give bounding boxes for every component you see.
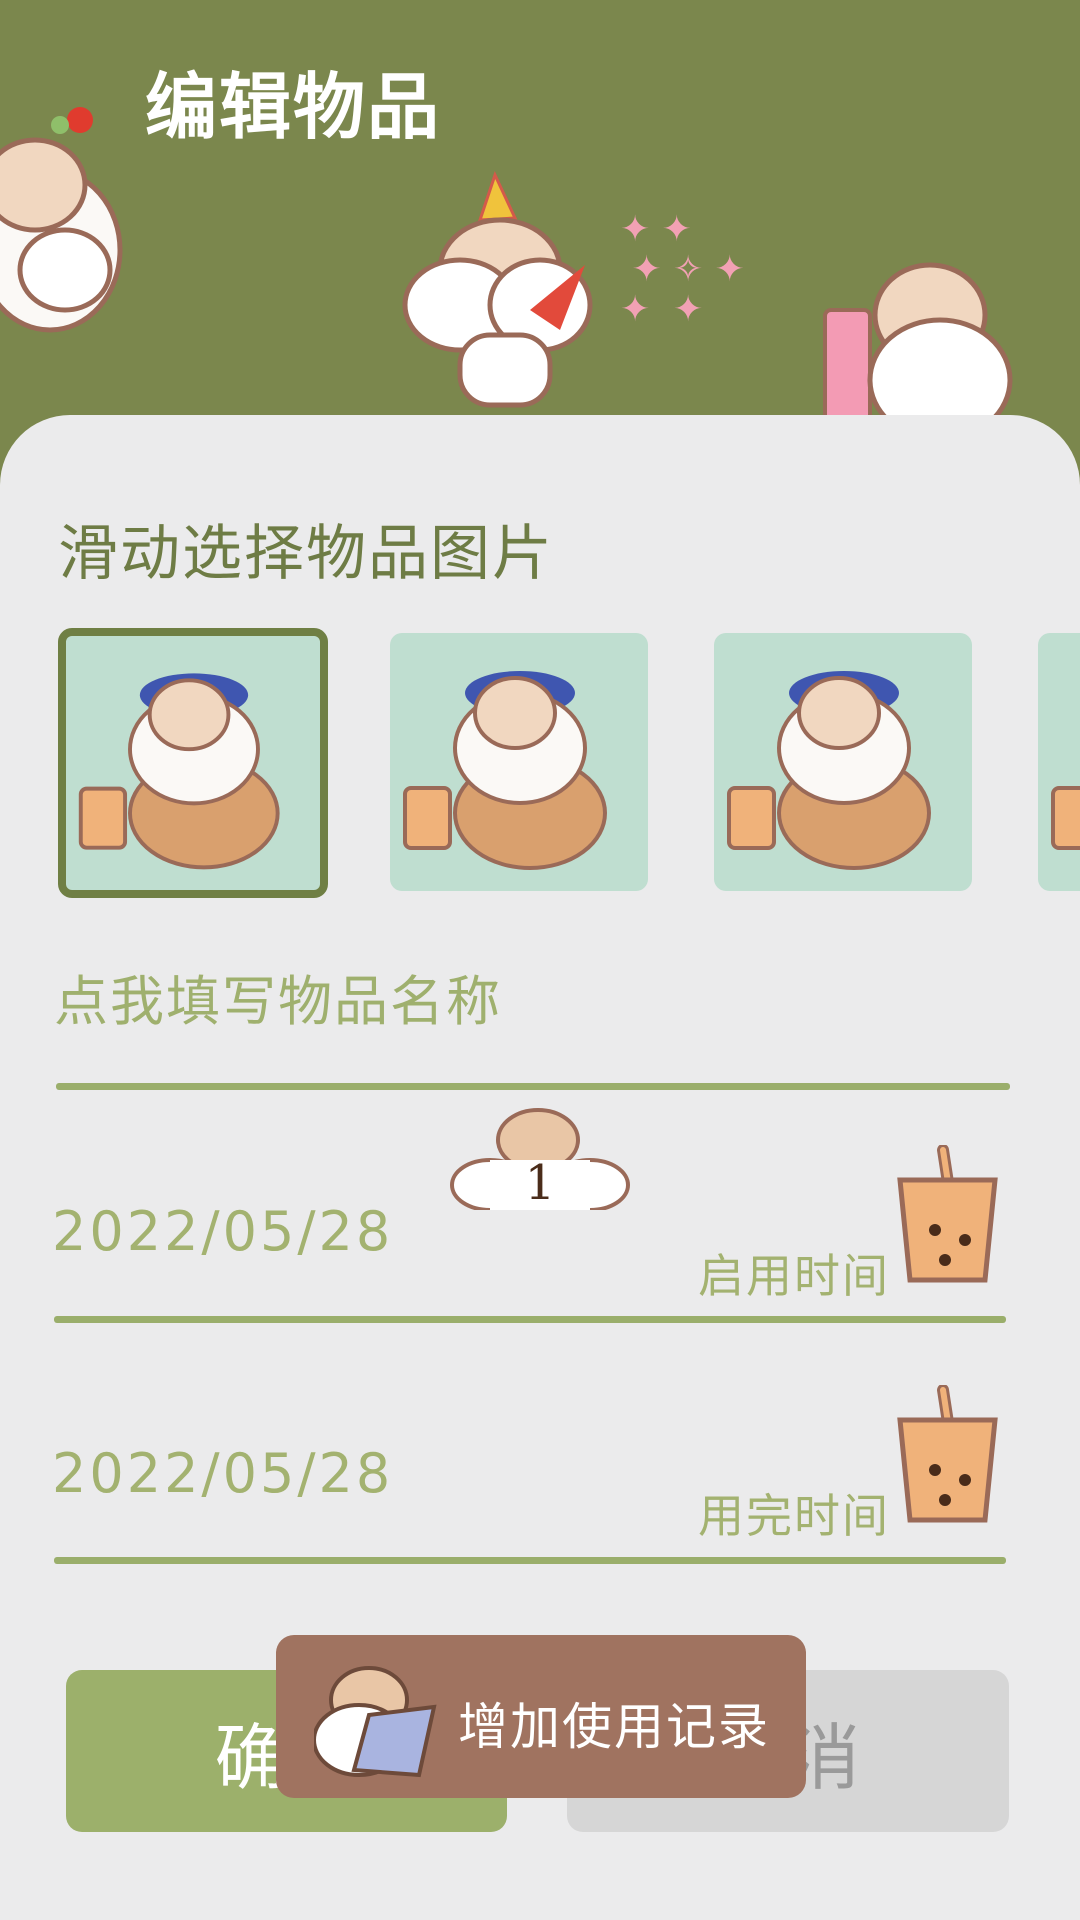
toast-text: 增加使用记录 xyxy=(458,1698,770,1756)
boba-cup-icon[interactable] xyxy=(895,1385,1005,1530)
sparkles-decoration: ✦ ✦ ✦ ✧ ✦ ✦ ✦ xyxy=(620,209,745,330)
hamster-laptop-icon xyxy=(314,1666,437,1778)
item-name-input[interactable] xyxy=(52,965,956,1037)
boba-cup-icon[interactable] xyxy=(895,1145,1005,1290)
name-underline xyxy=(56,1083,1010,1090)
image-picker-carousel[interactable] xyxy=(0,628,1080,898)
hamster-flower-illustration xyxy=(0,107,123,333)
hamster-boba-icon xyxy=(403,671,607,870)
usage-count: 1 xyxy=(524,1155,556,1211)
end-date-value[interactable]: 2022/05/28 xyxy=(52,1442,393,1505)
picker-item-selected[interactable] xyxy=(58,628,328,898)
end-date-underline xyxy=(54,1557,1006,1564)
hamster-boba-icon xyxy=(727,671,931,870)
usage-count-badge: 1 xyxy=(450,1105,630,1211)
toast-notification: 增加使用记录 xyxy=(276,1635,806,1798)
hamster-boba-icon xyxy=(78,673,280,870)
picker-item[interactable] xyxy=(714,633,972,891)
start-date-label: 启用时间 xyxy=(698,1249,890,1303)
start-date-value[interactable]: 2022/05/28 xyxy=(52,1200,393,1263)
hamster-party-illustration xyxy=(402,170,593,408)
header-banner: 编辑物品 ✦ ✦ ✦ ✧ ✦ ✦ ✦ xyxy=(0,0,1080,430)
page-title: 编辑物品 xyxy=(145,64,442,149)
end-date-label: 用完时间 xyxy=(698,1489,890,1543)
picker-item[interactable] xyxy=(390,633,648,891)
start-date-underline xyxy=(54,1316,1006,1323)
picker-item[interactable] xyxy=(1038,633,1080,891)
hamster-spray-illustration xyxy=(823,262,1013,430)
picker-title: 滑动选择物品图片 xyxy=(58,519,554,589)
hamster-boba-icon xyxy=(1051,786,1080,850)
